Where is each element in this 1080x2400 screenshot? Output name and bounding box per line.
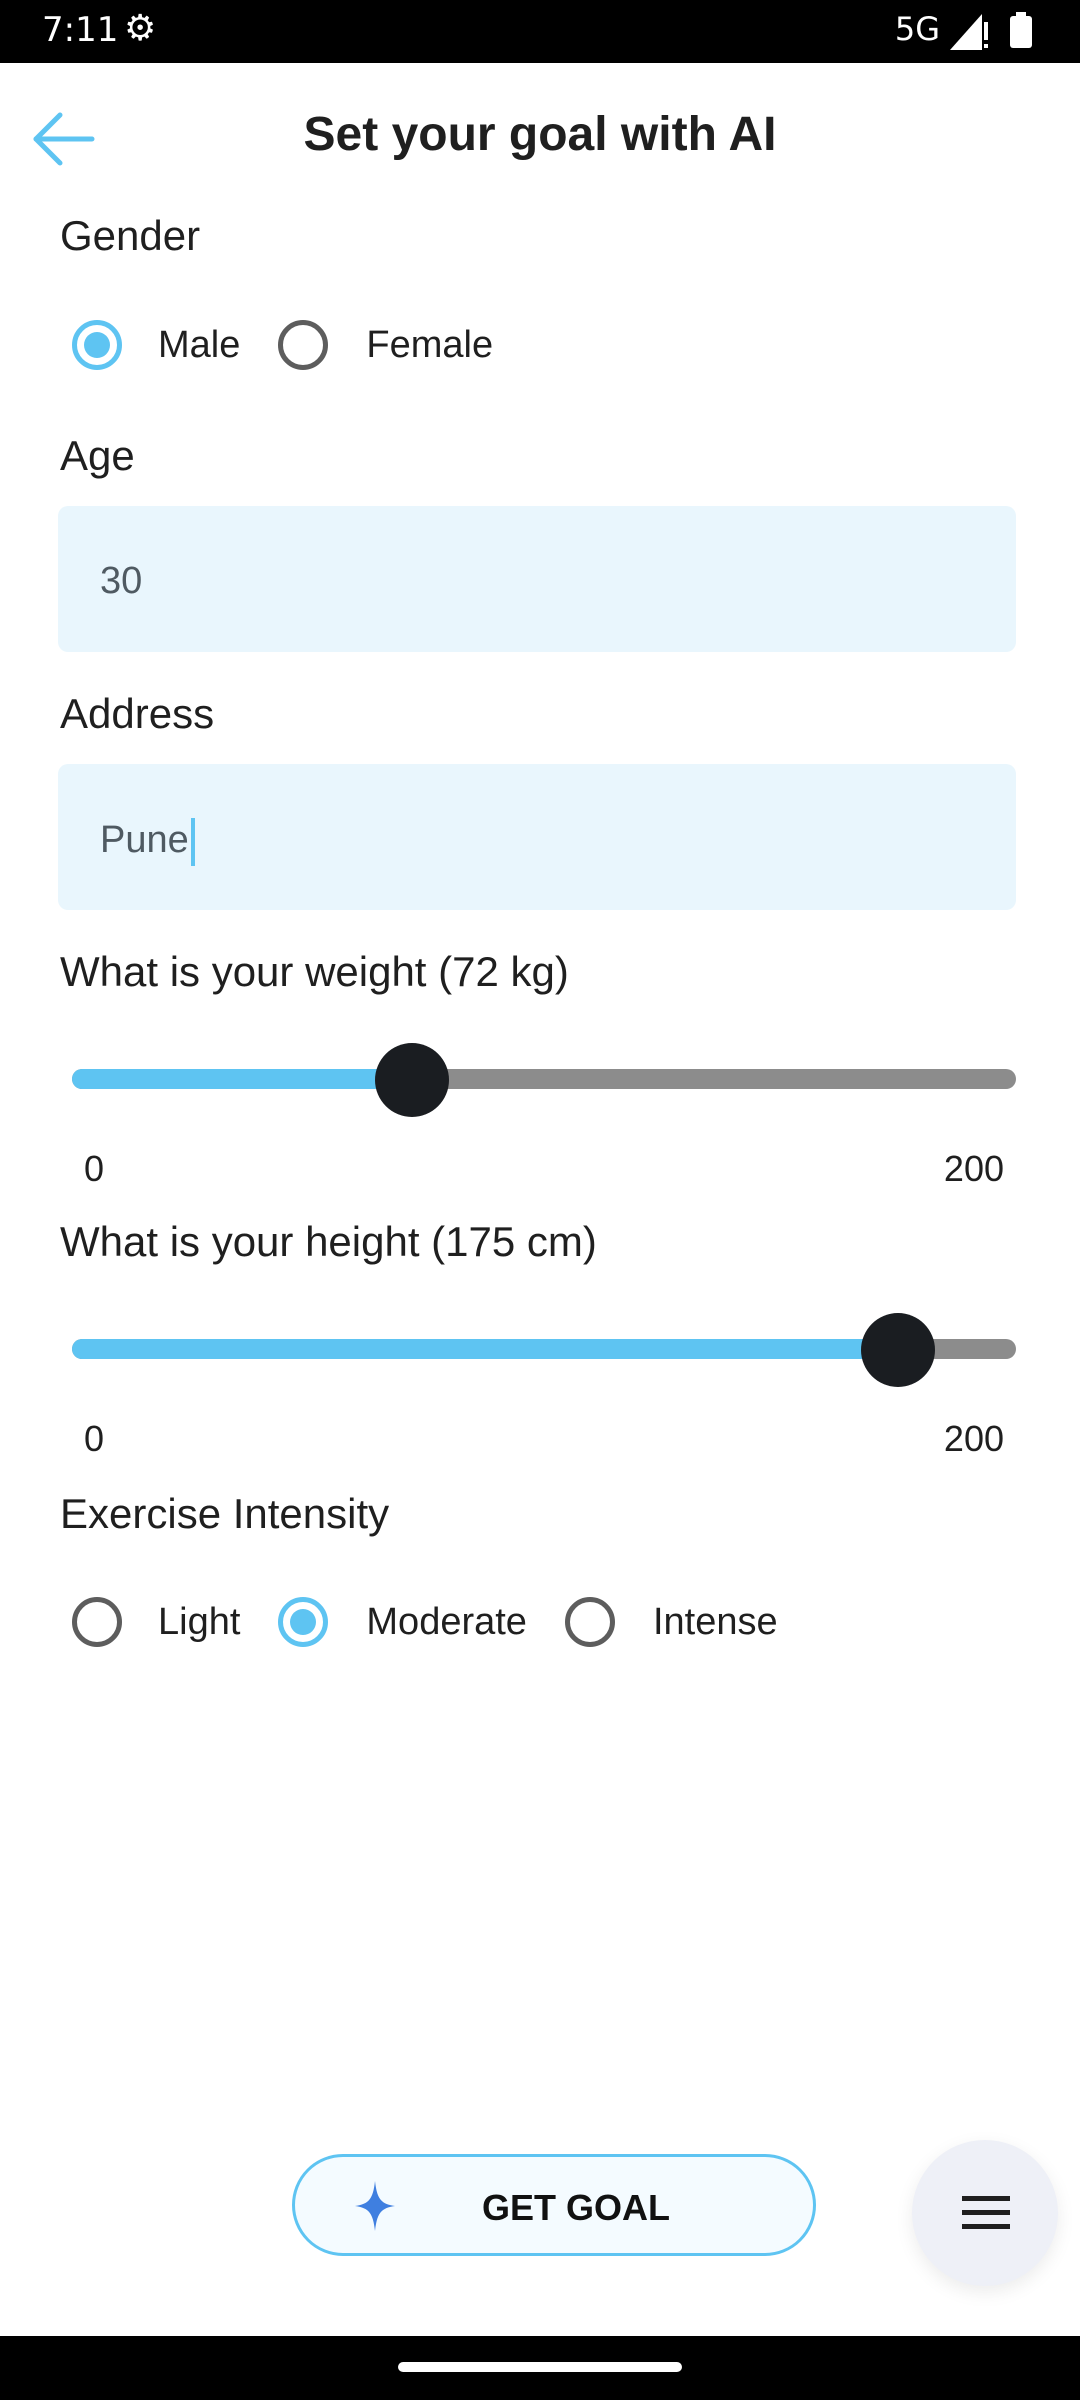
age-field[interactable]: 30 (58, 506, 1016, 652)
address-label: Address (60, 690, 215, 737)
radio-label: Female (366, 323, 494, 366)
battery-icon (1010, 12, 1032, 48)
intensity-label: Exercise Intensity (60, 1490, 390, 1537)
weight-label: What is your weight (72 kg) (60, 948, 569, 995)
signal-icon (950, 14, 988, 50)
status-bar: 7:11 ⚙ 5G (0, 0, 1080, 63)
height-slider[interactable] (72, 1305, 1016, 1395)
gender-label: Gender (60, 212, 201, 259)
slider-fill (72, 1339, 898, 1359)
gear-icon: ⚙ (124, 8, 157, 49)
radio-button[interactable] (564, 1597, 615, 1647)
radio-label: Intense (652, 1600, 778, 1643)
radio-button[interactable] (72, 1597, 122, 1647)
menu-fab[interactable] (912, 2140, 1058, 2286)
weight-min-label: 0 (84, 1148, 105, 1189)
age-label: Age (60, 432, 135, 479)
radio-option-intense[interactable]: Intense (564, 1597, 778, 1647)
height-max-label: 200 (943, 1418, 1004, 1459)
radio-option-moderate[interactable]: Moderate (278, 1597, 527, 1647)
address-field[interactable]: Pune (58, 764, 1016, 910)
weight-max-label: 200 (943, 1148, 1004, 1189)
system-nav-bar (0, 2336, 1080, 2400)
network-type: 5G (894, 10, 940, 48)
get-goal-label: GET GOAL (482, 2187, 670, 2228)
intensity-radio-group: Light Moderate Intense (60, 1582, 778, 1662)
radio-button[interactable] (72, 320, 122, 370)
radio-option-light[interactable]: Light (60, 1597, 240, 1647)
menu-icon (962, 2196, 1010, 2229)
gender-radio-group: Male Female (60, 305, 493, 385)
weight-slider[interactable] (72, 1035, 1016, 1125)
radio-button[interactable] (278, 320, 329, 370)
home-gesture-handle[interactable] (398, 2362, 682, 2372)
height-min-label: 0 (84, 1418, 105, 1459)
radio-label: Moderate (366, 1600, 527, 1643)
radio-label: Male (158, 323, 241, 366)
radio-label: Light (158, 1600, 241, 1643)
radio-option-female[interactable]: Female (278, 320, 493, 370)
height-label: What is your height (175 cm) (60, 1218, 597, 1265)
address-text: Pune (100, 819, 189, 862)
age-value: 30 (100, 560, 143, 602)
page-title: Set your goal with AI (303, 108, 777, 161)
slider-fill (72, 1069, 412, 1089)
slider-thumb[interactable] (861, 1313, 935, 1387)
radio-option-male[interactable]: Male (60, 320, 240, 370)
text-cursor (190, 818, 195, 866)
slider-thumb[interactable] (374, 1043, 449, 1117)
address-value: Pune (100, 818, 195, 866)
status-time: 7:11 (42, 10, 119, 50)
app-bar: Set your goal with AI (0, 63, 1080, 213)
radio-button[interactable] (278, 1597, 329, 1647)
get-goal-button[interactable]: GET GOAL (292, 2154, 816, 2256)
